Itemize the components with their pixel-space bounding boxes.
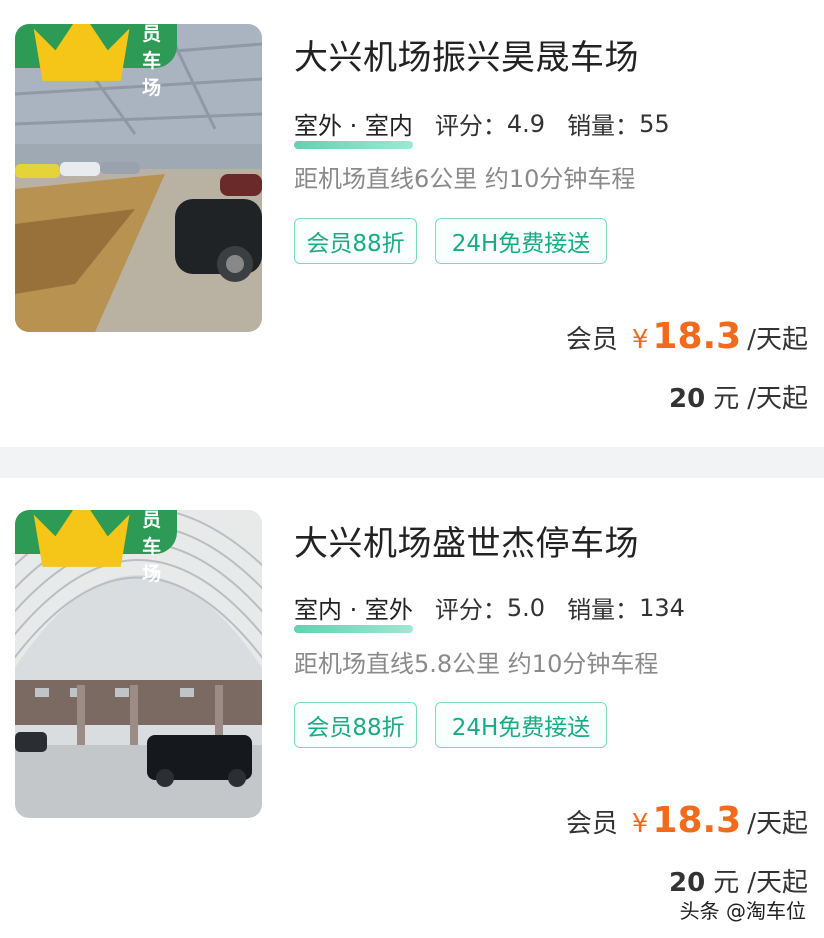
member-price-label: 会员 <box>565 325 618 355</box>
normal-price: 20 <box>669 384 706 414</box>
rating-value: 5.0 <box>506 593 546 622</box>
normal-price-unit: 元 <box>713 384 740 414</box>
normal-price: 20 <box>669 868 706 898</box>
free-shuttle-chip: 24H免费接送 <box>435 702 607 748</box>
parking-lot-photo[interactable]: 会员车场 <box>15 510 262 818</box>
normal-price-row: 20 元 /天起 <box>669 378 808 415</box>
source-watermark: 头条 @淘车位 <box>679 899 806 923</box>
member-lot-badge: 会员车场 <box>15 510 177 585</box>
currency-sign: ¥ <box>631 809 649 839</box>
currency-sign: ¥ <box>631 325 649 355</box>
parking-lot-photo[interactable]: 会员车场 <box>15 24 262 332</box>
lot-type-tag: 室内 · 室外 <box>294 590 413 633</box>
member-price-row: 会员 ¥ 18.3 /天起 <box>566 316 808 357</box>
rating-label: 评分： <box>434 112 507 140</box>
member-discount-chip: 会员88折 <box>294 702 417 748</box>
sales-value: 134 <box>639 593 685 622</box>
parking-lot-title[interactable]: 大兴机场盛世杰停车场 <box>294 516 639 565</box>
normal-per-day-suffix: /天起 <box>747 868 808 898</box>
member-lot-badge: 会员车场 <box>15 24 177 99</box>
member-price-label: 会员 <box>565 809 618 839</box>
rating-value: 4.9 <box>506 109 546 138</box>
normal-per-day-suffix: /天起 <box>747 384 808 414</box>
rating-label: 评分： <box>434 596 507 624</box>
free-shuttle-chip: 24H免费接送 <box>435 218 607 264</box>
member-discount-chip: 会员88折 <box>294 218 417 264</box>
member-price-row: 会员 ¥ 18.3 /天起 <box>566 800 808 841</box>
parking-listing-card[interactable]: 会员车场 <box>0 478 824 938</box>
parking-lot-title[interactable]: 大兴机场振兴昊晟车场 <box>294 30 639 79</box>
member-lot-badge-label: 会员车场 <box>142 24 162 99</box>
listing-meta: 室内 · 室外 评分： 5.0 销量： 134 <box>294 590 685 633</box>
member-price: 18.3 <box>652 800 742 841</box>
sales-label: 销量： <box>567 112 640 140</box>
crown-icon <box>33 24 130 81</box>
distance-info: 距机场直线5.8公里 约10分钟车程 <box>294 650 659 678</box>
member-lot-badge-label: 会员车场 <box>142 510 162 585</box>
member-price: 18.3 <box>652 316 742 357</box>
normal-price-row: 20 元 /天起 <box>669 862 808 899</box>
listing-meta: 室外 · 室内 评分： 4.9 销量： 55 <box>294 106 670 149</box>
sales-label: 销量： <box>567 596 640 624</box>
normal-price-unit: 元 <box>713 868 740 898</box>
per-day-suffix: /天起 <box>747 809 808 839</box>
distance-info: 距机场直线6公里 约10分钟车程 <box>294 165 636 193</box>
parking-listing-card[interactable]: 会员车场 大兴机场振兴昊晟车场 <box>0 0 824 447</box>
crown-icon <box>33 510 130 567</box>
per-day-suffix: /天起 <box>747 325 808 355</box>
sales-value: 55 <box>639 109 670 138</box>
lot-type-tag: 室外 · 室内 <box>294 106 413 149</box>
